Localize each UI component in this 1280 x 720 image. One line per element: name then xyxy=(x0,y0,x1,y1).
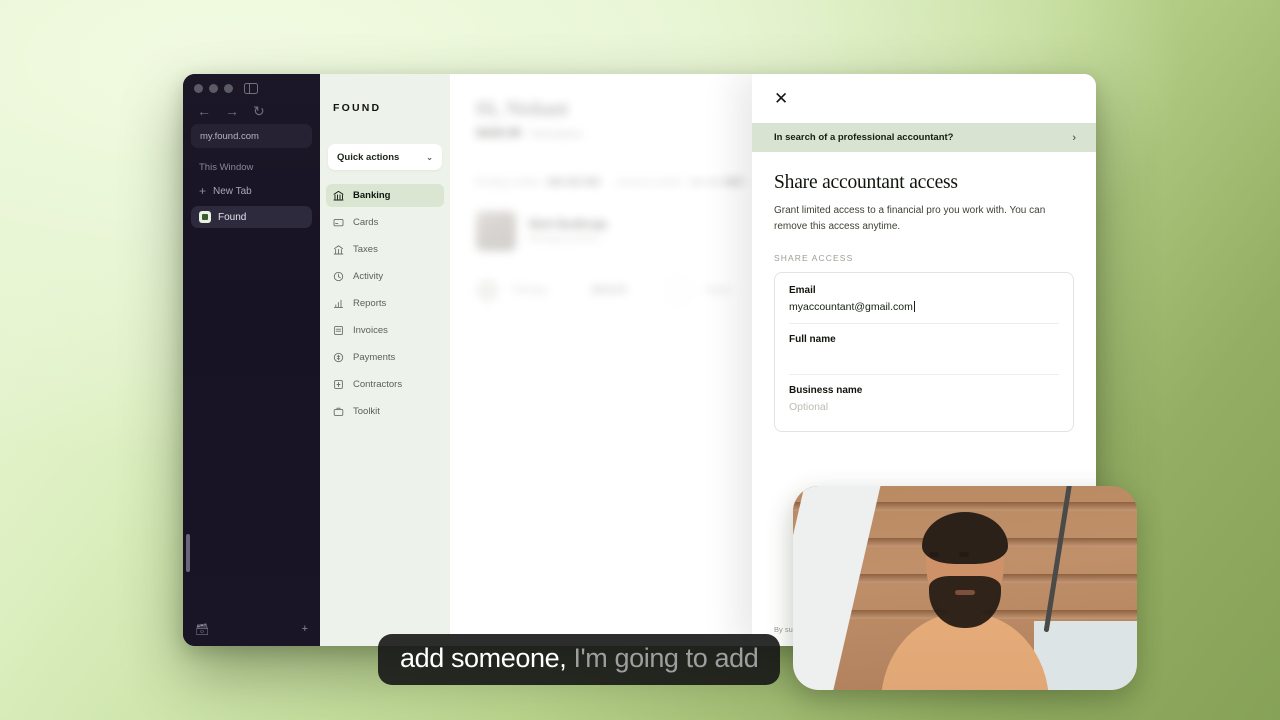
sidebar-toggle-icon[interactable] xyxy=(244,82,258,94)
accountant-promo-banner[interactable]: In search of a professional accountant? … xyxy=(752,123,1096,152)
sidebar-item-taxes[interactable]: Taxes xyxy=(326,238,444,261)
subtitle-caption: add someone, I'm going to add xyxy=(378,634,781,685)
found-logo: FOUND xyxy=(333,102,382,114)
sidebar-item-reports[interactable]: Reports xyxy=(326,292,444,315)
found-favicon-icon xyxy=(199,211,211,223)
sidebar-item-label: Activity xyxy=(353,271,384,282)
manage-pockets-link[interactable]: Manage pockets xyxy=(529,233,607,244)
pocket-primary-icon xyxy=(476,279,499,302)
add-icon[interactable]: + xyxy=(302,623,308,635)
person-eye xyxy=(959,552,969,557)
new-tab-label: New Tab xyxy=(213,185,252,197)
chevron-right-icon: › xyxy=(1072,131,1076,144)
right-wall xyxy=(1033,620,1137,690)
chart-icon xyxy=(333,299,344,309)
browser-sidebar: ← → ↻ my.found.com This Window + New Tab… xyxy=(183,74,320,646)
business-name-input[interactable]: Optional xyxy=(789,401,1059,413)
sidebar-item-label: Toolkit xyxy=(353,406,380,417)
app-sidebar: FOUND Quick actions ⌄ Banking Cards Taxes A… xyxy=(320,74,450,646)
profile-name: Nish Budhraja xyxy=(529,218,607,231)
caption-spoken-text: add someone, xyxy=(400,643,567,673)
archive-icon[interactable]: 🗃 xyxy=(195,623,209,636)
routing-number: 026 015 053 xyxy=(547,176,601,187)
pocket-primary-amount: $410.67 xyxy=(591,285,628,296)
toolkit-icon xyxy=(333,407,344,416)
pocket-primary-label: Primary xyxy=(513,285,548,296)
sidebar-item-label: Taxes xyxy=(353,244,378,255)
clock-icon xyxy=(333,271,344,282)
forward-icon[interactable]: → xyxy=(225,104,239,118)
account-number: •••• •••• 0487 xyxy=(689,176,745,187)
share-access-section-label: SHARE ACCESS xyxy=(774,253,854,263)
text-caret xyxy=(913,301,915,312)
app-nav-list: Banking Cards Taxes Activity Reports Invoices… xyxy=(320,184,450,423)
pocket-taxes-icon xyxy=(667,279,691,302)
payments-icon xyxy=(333,352,344,363)
quick-actions-dropdown[interactable]: Quick actions ⌄ xyxy=(328,144,442,170)
field-group-full-name: Full name xyxy=(789,323,1059,374)
field-label: Business name xyxy=(789,385,863,396)
share-access-form: Email myaccountant@gmail.com Full name Busi… xyxy=(774,272,1074,432)
webcam-video[interactable] xyxy=(793,486,1137,690)
chevron-down-icon: ⌄ xyxy=(426,152,433,162)
balance-amount: $428.99 xyxy=(476,126,522,140)
sidebar-item-invoices[interactable]: Invoices xyxy=(326,319,444,342)
field-label: Full name xyxy=(789,334,836,345)
avatar xyxy=(476,211,516,251)
card-icon xyxy=(333,218,344,227)
quick-actions-label: Quick actions xyxy=(337,151,400,163)
invoice-icon xyxy=(334,325,343,336)
sidebar-item-label: Contractors xyxy=(353,379,403,390)
sidebar-bottom-bar: 🗃 + xyxy=(183,612,320,646)
browser-nav-controls: ← → ↻ xyxy=(191,102,312,124)
plus-icon: + xyxy=(199,184,207,198)
new-tab-button[interactable]: + New Tab xyxy=(191,180,312,202)
account-label: Account number xyxy=(617,176,683,187)
sidebar-item-label: Reports xyxy=(353,298,387,309)
field-value: myaccountant@gmail.com xyxy=(789,301,913,313)
tax-icon xyxy=(333,245,344,255)
panel-header: ✕ xyxy=(752,74,1096,123)
this-window-label: This Window xyxy=(199,162,254,173)
sidebar-item-label: Payments xyxy=(353,352,396,363)
sidebar-item-label: Invoices xyxy=(353,325,388,336)
reload-icon[interactable]: ↻ xyxy=(253,104,265,118)
minimize-traffic-light[interactable] xyxy=(209,83,218,93)
email-input[interactable]: myaccountant@gmail.com xyxy=(789,301,1059,315)
window-controls xyxy=(191,74,312,102)
sidebar-item-banking[interactable]: Banking xyxy=(326,184,444,207)
sidebar-item-payments[interactable]: Payments xyxy=(326,346,444,369)
back-icon[interactable]: ← xyxy=(197,104,211,118)
bank-icon xyxy=(333,190,344,201)
sidebar-item-cards[interactable]: Cards xyxy=(326,211,444,234)
close-traffic-light[interactable] xyxy=(194,83,203,93)
routing-label: Routing number xyxy=(476,176,541,187)
promo-text: In search of a professional accountant? xyxy=(774,132,954,143)
full-name-input[interactable] xyxy=(789,350,1059,366)
maximize-traffic-light[interactable] xyxy=(224,83,233,93)
address-bar-text: my.found.com xyxy=(200,130,259,142)
address-bar[interactable]: my.found.com xyxy=(191,124,312,148)
contractors-icon xyxy=(334,380,343,389)
sidebar-item-toolkit[interactable]: Toolkit xyxy=(326,400,444,423)
close-icon[interactable]: ✕ xyxy=(774,90,788,107)
sidebar-item-activity[interactable]: Activity xyxy=(326,265,444,288)
tab-found-label: Found xyxy=(218,211,247,223)
page-title: Share accountant access xyxy=(774,172,958,193)
person-mouth xyxy=(955,590,975,595)
panel-description: Grant limited access to a financial pro … xyxy=(774,205,1046,232)
sidebar-scrollbar[interactable] xyxy=(186,534,190,572)
tab-found[interactable]: Found xyxy=(191,206,312,228)
field-label: Email xyxy=(789,285,816,296)
balance-caption: Total balance xyxy=(529,129,583,139)
sidebar-item-label: Cards xyxy=(353,217,379,228)
field-group-business-name: Business name Optional xyxy=(789,374,1059,421)
sidebar-item-contractors[interactable]: Contractors xyxy=(326,373,444,396)
person-eye xyxy=(929,552,939,557)
caption-upcoming-text: I'm going to add xyxy=(573,643,759,673)
sidebar-item-label: Banking xyxy=(353,190,391,201)
field-group-email: Email myaccountant@gmail.com xyxy=(789,285,1059,323)
pocket-taxes-label: Taxes xyxy=(704,285,731,296)
screen-root: ← → ↻ my.found.com This Window + New Tab… xyxy=(0,0,1280,720)
